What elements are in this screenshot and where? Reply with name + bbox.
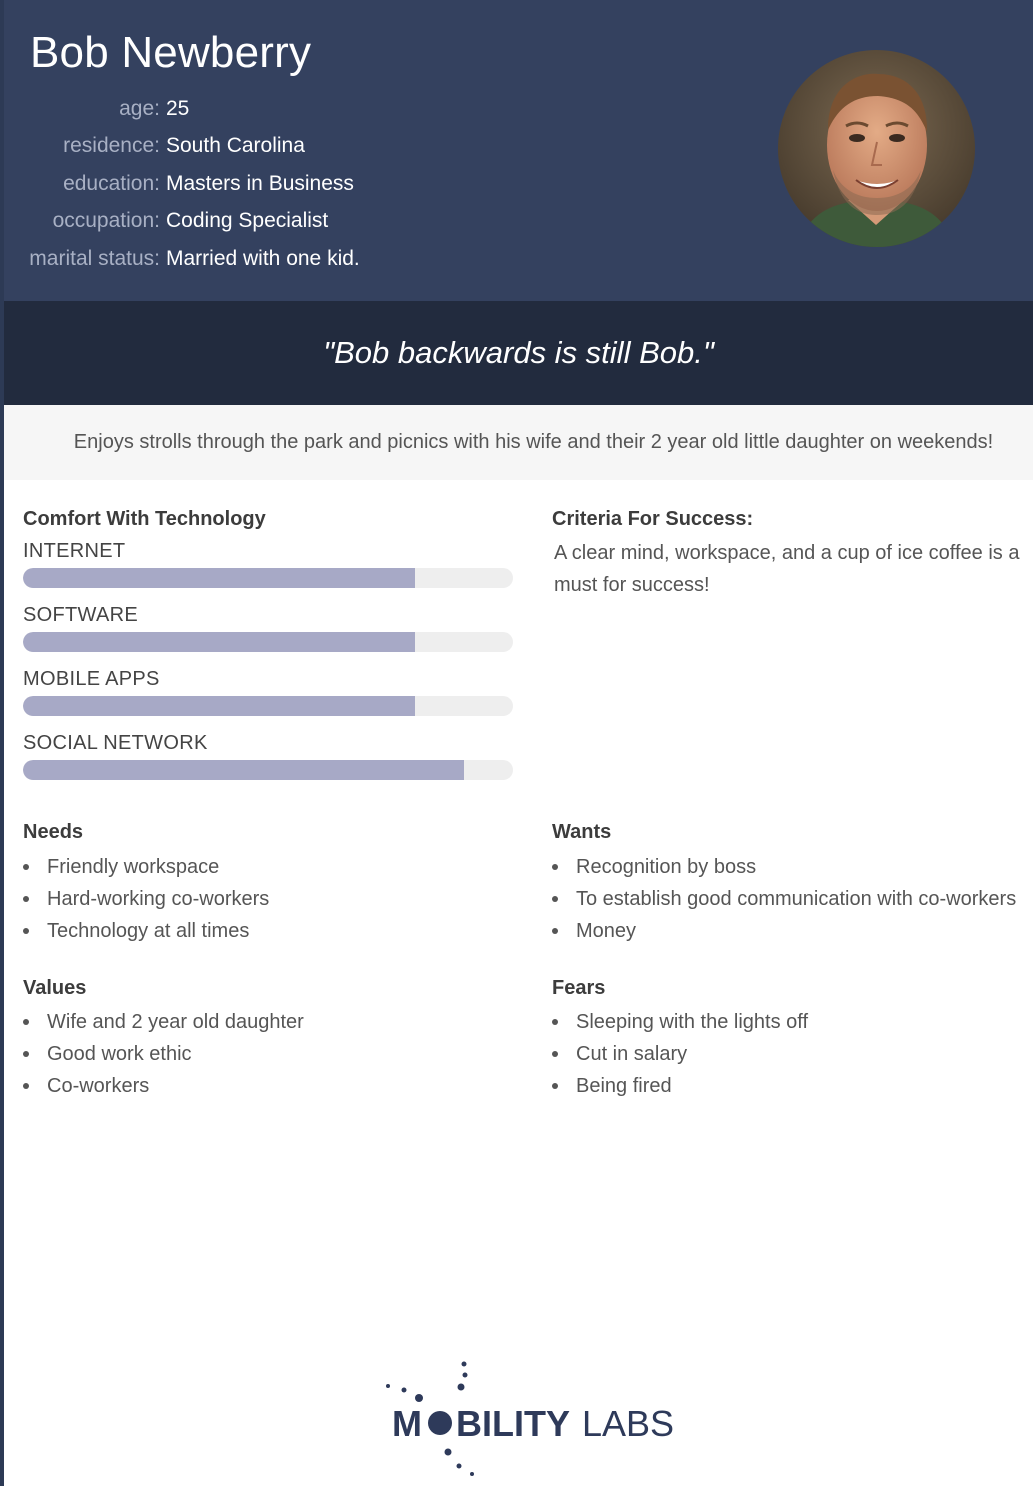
bar-label-software: SOFTWARE — [23, 604, 138, 626]
list-item-text: Hard-working co-workers — [47, 888, 270, 910]
criteria-title: Criteria For Success: — [552, 508, 754, 530]
bullet-icon — [552, 864, 558, 870]
bullet-icon — [552, 1019, 558, 1025]
list-item-text: Sleeping with the lights off — [576, 1011, 809, 1033]
quote-band: "Bob backwards is still Bob." — [4, 301, 1033, 405]
persona-name: Bob Newberry — [30, 28, 312, 77]
list-item: Co-workers — [23, 1070, 304, 1102]
list-item: Recognition by boss — [552, 851, 1033, 883]
list-item: Being fired — [552, 1070, 808, 1102]
values-title: Values — [23, 977, 87, 999]
wants-title: Wants — [552, 821, 612, 843]
mobility-labs-logo-icon: M BILITY LABS — [386, 1361, 674, 1476]
list-item-text: Technology at all times — [47, 920, 250, 942]
detail-label: occupation: — [52, 209, 160, 233]
list-item-text: Friendly workspace — [47, 856, 220, 878]
detail-label: marital status: — [29, 246, 160, 270]
criteria-text: A clear mind, workspace, and a cup of ic… — [554, 542, 1020, 596]
bullet-icon — [552, 1083, 558, 1089]
detail-marital-status: marital status: Married with one kid. — [4, 240, 524, 278]
bullet-icon — [23, 896, 29, 902]
bullet-icon — [23, 928, 29, 934]
list-item-text: Being fired — [576, 1075, 672, 1097]
list-item-text: Good work ethic — [47, 1043, 192, 1065]
needs-list: Friendly workspace Hard-working co-worke… — [23, 851, 269, 947]
bullet-icon — [23, 1083, 29, 1089]
bar-track-internet — [23, 568, 513, 588]
bar-label-mobile-apps: MOBILE APPS — [23, 668, 160, 690]
detail-label: education: — [63, 171, 160, 195]
list-item: Money — [552, 915, 1033, 947]
fears-title: Fears — [552, 977, 606, 999]
svg-text:BILITY: BILITY — [456, 1403, 570, 1444]
bar-fill — [23, 696, 415, 716]
list-item: Good work ethic — [23, 1038, 304, 1070]
bar-track-software — [23, 632, 513, 652]
list-item-text: Cut in salary — [576, 1043, 688, 1065]
bullet-icon — [23, 1051, 29, 1057]
wants-list: Recognition by boss To establish good co… — [552, 851, 1033, 947]
list-item-text: Money — [576, 920, 637, 942]
bar-fill — [23, 760, 464, 780]
detail-education: education: Masters in Business — [4, 165, 524, 203]
bar-label-social-network: SOCIAL NETWORK — [23, 732, 208, 754]
detail-age: age: 25 — [4, 90, 524, 128]
list-item: Wife and 2 year old daughter — [23, 1006, 304, 1038]
bullet-icon — [552, 896, 558, 902]
detail-value: Married with one kid. — [166, 246, 360, 270]
detail-label: residence: — [63, 134, 160, 158]
fears-list: Sleeping with the lights off Cut in sala… — [552, 1006, 808, 1102]
list-item-text: Recognition by boss — [576, 856, 757, 878]
list-item-text: Co-workers — [47, 1075, 150, 1097]
list-item: Technology at all times — [23, 915, 269, 947]
list-item: Hard-working co-workers — [23, 883, 269, 915]
detail-value: Masters in Business — [166, 171, 354, 195]
bar-fill — [23, 632, 415, 652]
detail-label: age: — [119, 96, 160, 120]
avatar — [778, 50, 975, 247]
list-item: Sleeping with the lights off — [552, 1006, 808, 1038]
profile-header: Bob Newberry age: 25 residence: South Ca… — [4, 0, 1033, 301]
list-item: To establish good communication with co-… — [552, 883, 1033, 915]
person-photo-icon — [778, 50, 975, 247]
detail-value: 25 — [166, 96, 190, 120]
bio-band: Enjoys strolls through the park and picn… — [4, 405, 1033, 480]
bar-track-social-network — [23, 760, 513, 780]
bar-fill — [23, 568, 415, 588]
list-item-text: To establish good communication with co-… — [576, 888, 1017, 910]
persona-quote: "Bob backwards is still Bob." — [323, 335, 714, 370]
needs-title: Needs — [23, 821, 84, 843]
bullet-icon — [552, 1051, 558, 1057]
detail-residence: residence: South Carolina — [4, 128, 524, 166]
comfort-title: Comfort With Technology — [23, 508, 266, 530]
detail-value: South Carolina — [166, 134, 305, 158]
svg-text:LABS: LABS — [582, 1403, 674, 1444]
svg-text:M: M — [392, 1403, 422, 1444]
mobility-labs-logo: M BILITY LABS — [384, 1356, 684, 1480]
detail-occupation: occupation: Coding Specialist — [4, 203, 524, 241]
detail-value: Coding Specialist — [166, 209, 329, 233]
values-list: Wife and 2 year old daughter Good work e… — [23, 1006, 304, 1102]
list-item-text: Wife and 2 year old daughter — [47, 1011, 304, 1033]
bullet-icon — [23, 1019, 29, 1025]
persona-details: age: 25 residence: South Carolina educat… — [4, 90, 524, 278]
bullet-icon — [23, 864, 29, 870]
list-item: Cut in salary — [552, 1038, 808, 1070]
list-item: Friendly workspace — [23, 851, 269, 883]
bullet-icon — [552, 928, 558, 934]
persona-bio: Enjoys strolls through the park and picn… — [73, 431, 994, 453]
bar-track-mobile-apps — [23, 696, 513, 716]
bar-label-internet: INTERNET — [23, 540, 126, 562]
